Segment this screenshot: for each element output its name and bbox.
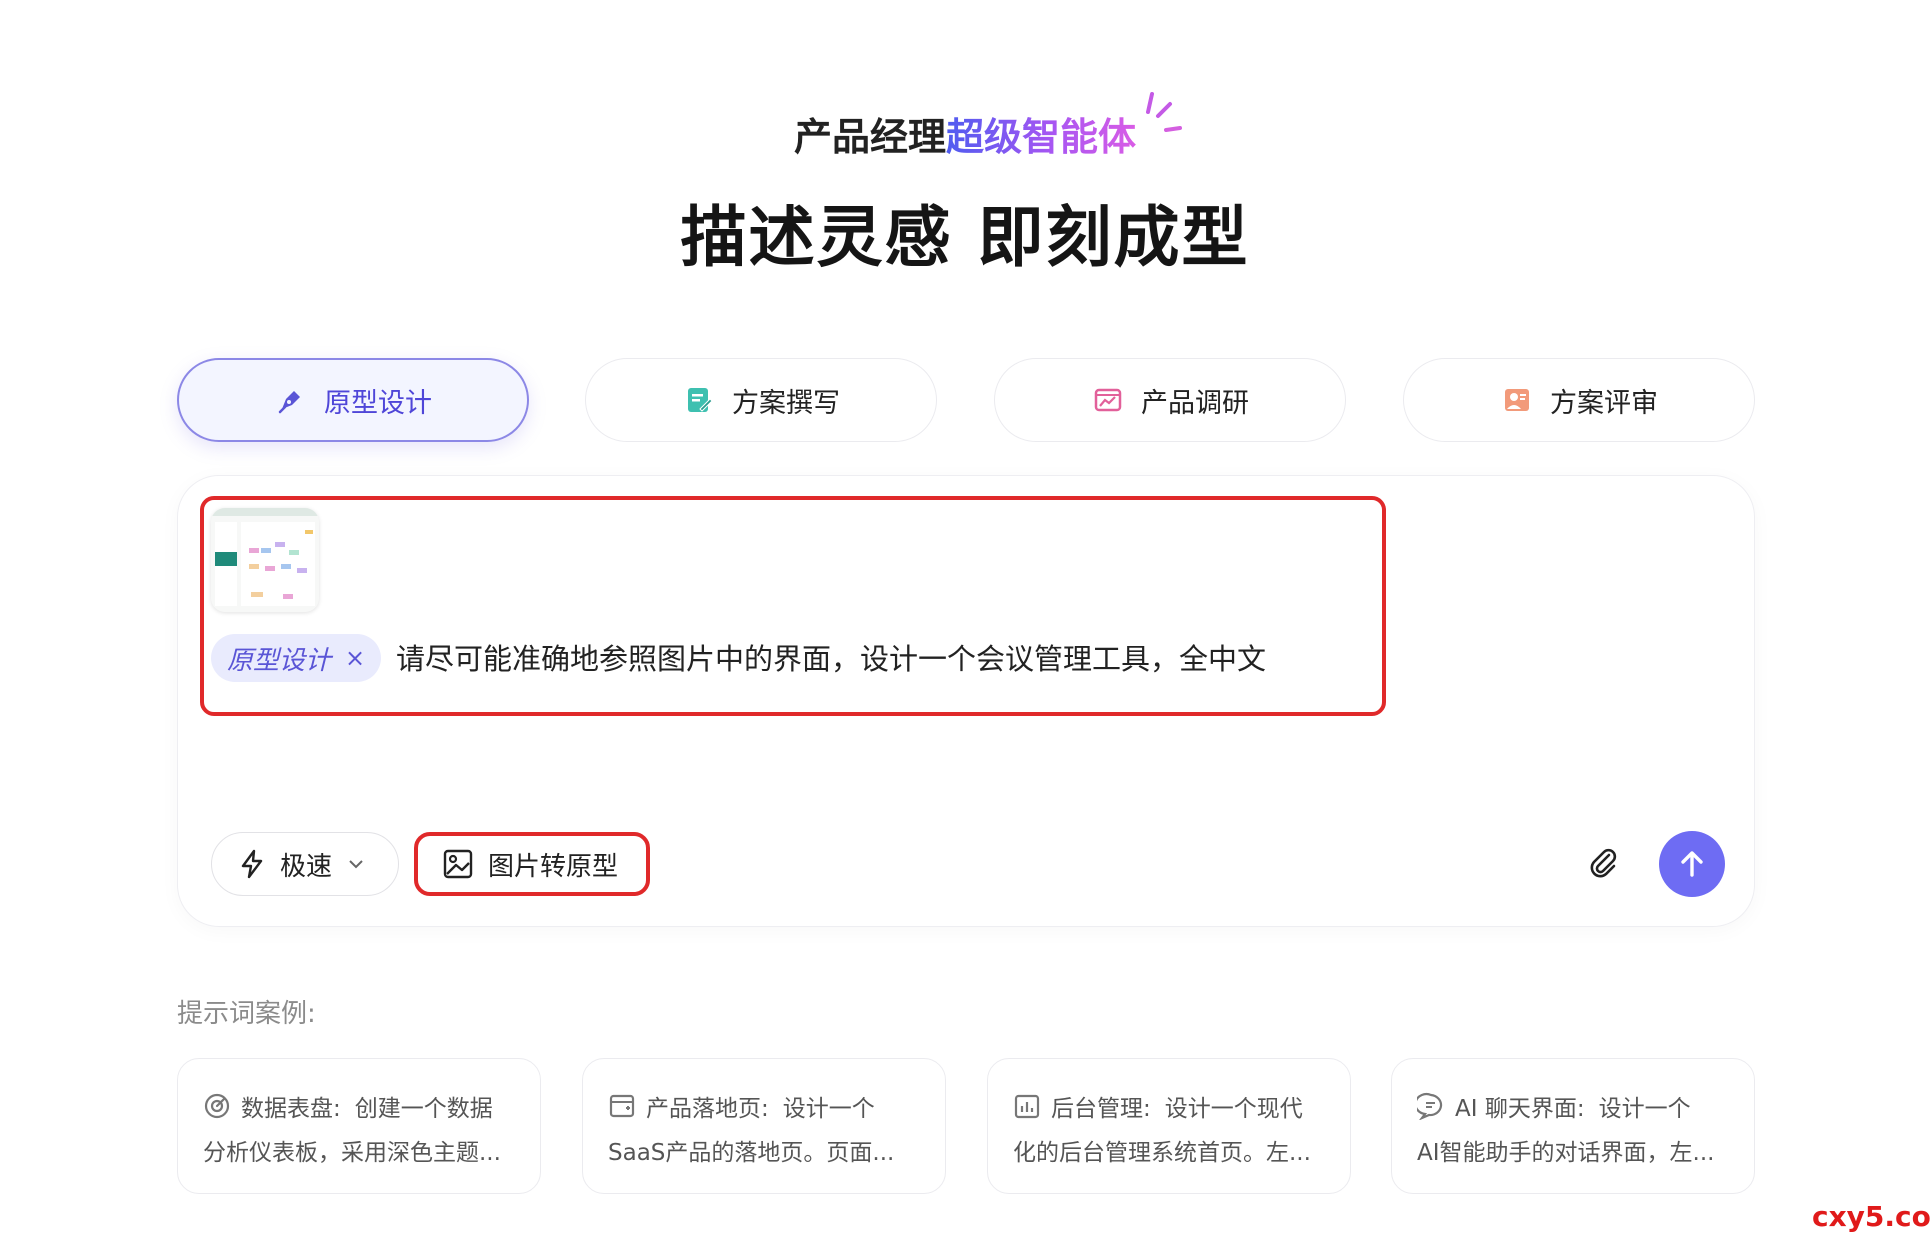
mode-tabs: 原型设计 方案撰写 产品调研 方案评审 [177,358,1755,442]
prompt-composer: 原型设计 × 请尽可能准确地参照图片中的界面，设计一个会议管理工具，全中文 极速… [177,475,1755,927]
hero-headline: 描述灵感 即刻成型 [680,199,1250,276]
prompt-examples: 数据表盘: 创建一个数据 分析仪表板，采用深色主题... 产品落地页: 设计一个… [177,1058,1755,1194]
attached-image-thumbnail[interactable] [211,508,319,612]
browser-window-icon [609,1094,635,1118]
tab-proposal-review[interactable]: 方案评审 [1403,358,1755,442]
prompt-examples-title: 提示词案例: [177,999,316,1029]
tab-label: 产品调研 [1141,387,1249,419]
hero-prefix: 产品经理 [793,115,946,159]
pen-nib-icon [274,383,308,417]
image-to-prototype-button[interactable]: 图片转原型 [414,832,650,896]
example-title: AI 聊天界面: [1455,1096,1585,1122]
chevron-down-icon [349,860,363,869]
mode-chip-label: 原型设计 [227,645,332,676]
speed-select[interactable]: 极速 [211,832,399,896]
example-text-continued: 分析仪表板，采用深色主题... [203,1140,501,1166]
example-text: 设计一个 [782,1096,875,1122]
sparkle-icon [1146,92,1182,132]
gauge-icon [204,1093,230,1119]
chart-window-icon [1091,383,1125,417]
input-highlight-frame [200,496,1386,716]
attachment-clip-icon[interactable] [1582,842,1626,886]
example-text: 设计一个 [1598,1096,1691,1122]
example-card-dashboard[interactable]: 数据表盘: 创建一个数据 分析仪表板，采用深色主题... [177,1058,541,1194]
image-icon [443,849,473,879]
prompt-input[interactable]: 请尽可能准确地参照图片中的界面，设计一个会议管理工具，全中文 [396,635,1266,683]
example-text-continued: SaaS产品的落地页。页面... [608,1140,895,1166]
example-title: 产品落地页: [646,1096,769,1122]
example-text: 创建一个数据 [354,1096,493,1122]
tab-label: 方案评审 [1550,387,1658,419]
tab-proposal-writing[interactable]: 方案撰写 [585,358,937,442]
chat-bubble-icon [1417,1093,1443,1120]
example-card-admin[interactable]: 后台管理: 设计一个现代 化的后台管理系统首页。左... [987,1058,1351,1194]
image-to-prototype-label: 图片转原型 [488,851,619,882]
example-text-continued: 化的后台管理系统首页。左... [1013,1140,1311,1166]
hero-subtitle: 产品经理超级智能体 [0,106,1930,161]
mode-chip: 原型设计 × [211,634,382,682]
arrow-up-icon [1681,851,1703,877]
example-title: 数据表盘: [241,1096,341,1122]
example-text: 设计一个现代 [1164,1096,1303,1122]
example-card-ai-chat[interactable]: AI 聊天界面: 设计一个 AI智能助手的对话界面，左... [1391,1058,1755,1194]
review-image-icon [1500,383,1534,417]
tab-prototype-design[interactable]: 原型设计 [177,358,529,442]
tab-label: 方案撰写 [732,387,840,419]
example-card-landing-page[interactable]: 产品落地页: 设计一个 SaaS产品的落地页。页面... [582,1058,946,1194]
tab-label: 原型设计 [324,387,432,419]
lightning-icon [241,849,263,879]
speed-select-label: 极速 [280,851,333,882]
example-title: 后台管理: [1051,1096,1151,1122]
site-watermark: cxy5.com [1812,1200,1930,1233]
chip-close-icon[interactable]: × [345,644,365,672]
example-text-continued: AI智能助手的对话界面，左... [1417,1140,1715,1166]
bar-chart-icon [1014,1094,1040,1119]
edit-doc-icon [682,383,716,417]
tab-product-research[interactable]: 产品调研 [994,358,1346,442]
hero-highlight: 超级智能体 [946,115,1137,159]
send-button[interactable] [1659,831,1725,897]
